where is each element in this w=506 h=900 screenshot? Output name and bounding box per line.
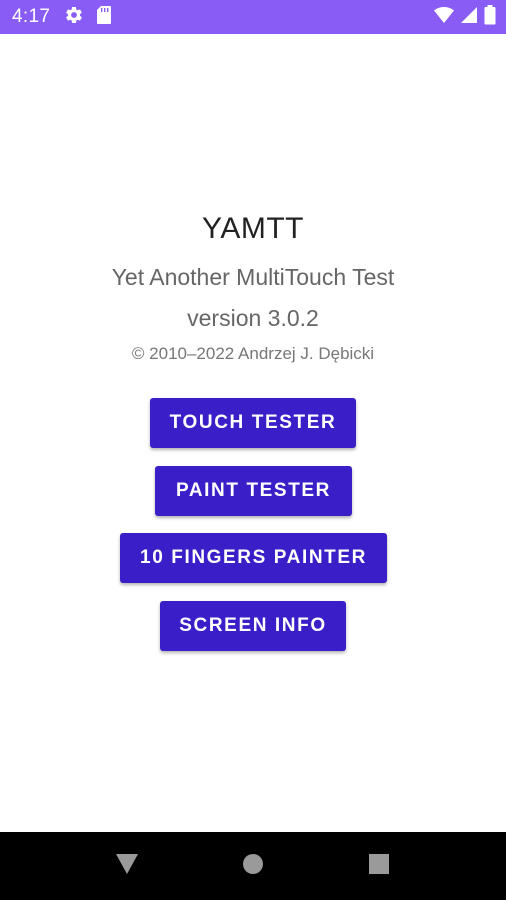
paint-tester-button[interactable]: PAINT TESTER — [155, 466, 352, 516]
app-subtitle: Yet Another MultiTouch Test — [111, 264, 395, 290]
signal-icon — [460, 6, 478, 29]
navigation-bar — [0, 832, 506, 900]
gear-icon — [64, 5, 84, 30]
wifi-icon — [434, 6, 454, 29]
status-bar: 4:17 — [0, 0, 506, 34]
recents-icon — [368, 853, 390, 880]
app-title: YAMTT — [202, 212, 304, 245]
app-copyright: © 2010–2022 Andrzej J. Dębicki — [131, 344, 375, 363]
fingers-painter-button[interactable]: 10 FINGERS PAINTER — [120, 533, 387, 583]
back-icon — [115, 853, 139, 880]
sd-card-icon — [96, 5, 112, 30]
status-left-icons — [64, 5, 112, 30]
status-right-icons — [434, 0, 496, 34]
screen-info-button[interactable]: SCREEN INFO — [160, 601, 346, 651]
home-button[interactable] — [226, 832, 280, 900]
main-content: YAMTT Yet Another MultiTouch Test versio… — [0, 34, 506, 832]
touch-tester-button[interactable]: TOUCH TESTER — [150, 398, 356, 448]
home-icon — [242, 853, 264, 880]
battery-icon — [484, 4, 496, 30]
app-version: version 3.0.2 — [187, 305, 319, 331]
back-button[interactable] — [100, 832, 154, 900]
status-time: 4:17 — [12, 6, 51, 27]
recents-button[interactable] — [352, 832, 406, 900]
